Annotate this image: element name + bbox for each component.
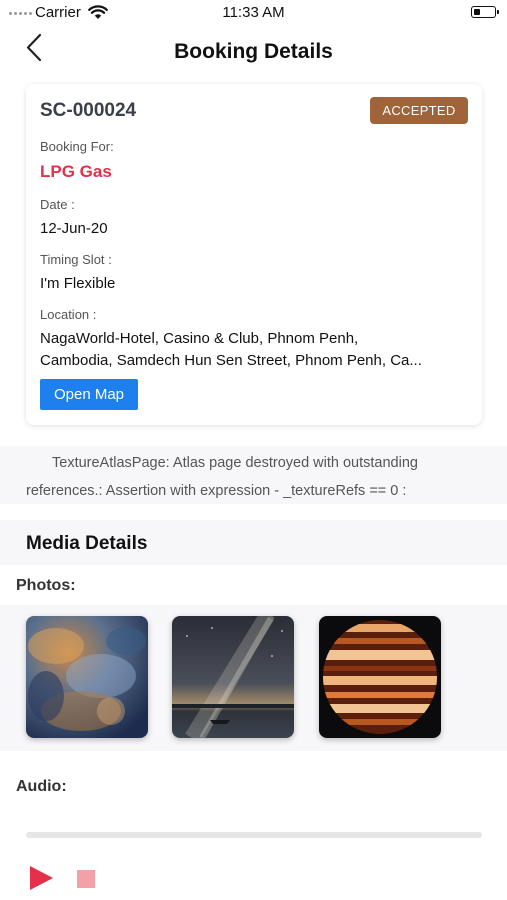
status-time: 11:33 AM: [222, 4, 285, 21]
location-label: Location :: [40, 307, 97, 322]
photo-nebula[interactable]: [26, 616, 148, 738]
photos-row: [0, 605, 507, 751]
location-line-1: NagaWorld-Hotel, Casino & Club, Phnom Pe…: [40, 330, 359, 347]
location-line-2: Cambodia, Samdech Hun Sen Street, Phnom …: [40, 352, 422, 369]
booking-id: SC-000024: [40, 100, 137, 121]
audio-label: Audio:: [16, 778, 67, 795]
timing-slot-value: I'm Flexible: [40, 275, 116, 292]
stop-icon[interactable]: [77, 870, 95, 888]
open-map-button[interactable]: Open Map: [40, 379, 138, 410]
status-bar: Carrier 11:33 AM: [0, 0, 507, 26]
battery-icon: [471, 6, 499, 18]
media-details-title: Media Details: [26, 533, 148, 554]
date-value: 12-Jun-20: [40, 220, 108, 237]
error-message: TextureAtlasPage: Atlas page destroyed w…: [26, 455, 418, 499]
photo-jupiter[interactable]: [319, 616, 441, 738]
booking-for-value: LPG Gas: [40, 162, 112, 181]
page-title: Booking Details: [174, 40, 333, 63]
photos-label: Photos:: [16, 577, 76, 594]
play-icon[interactable]: [28, 865, 54, 891]
error-message-block: TextureAtlasPage: Atlas page destroyed w…: [0, 446, 507, 504]
status-badge: ACCEPTED: [370, 97, 468, 124]
booking-for-label: Booking For:: [40, 139, 114, 154]
timing-slot-label: Timing Slot :: [40, 252, 112, 267]
booking-card: SC-000024 ACCEPTED Booking For: LPG Gas …: [26, 84, 482, 425]
audio-progress-bar[interactable]: [26, 832, 482, 838]
location-value: NagaWorld-Hotel, Casino & Club, Phnom Pe…: [40, 328, 468, 372]
date-label: Date :: [40, 197, 75, 212]
photo-milky-way[interactable]: [172, 616, 294, 738]
